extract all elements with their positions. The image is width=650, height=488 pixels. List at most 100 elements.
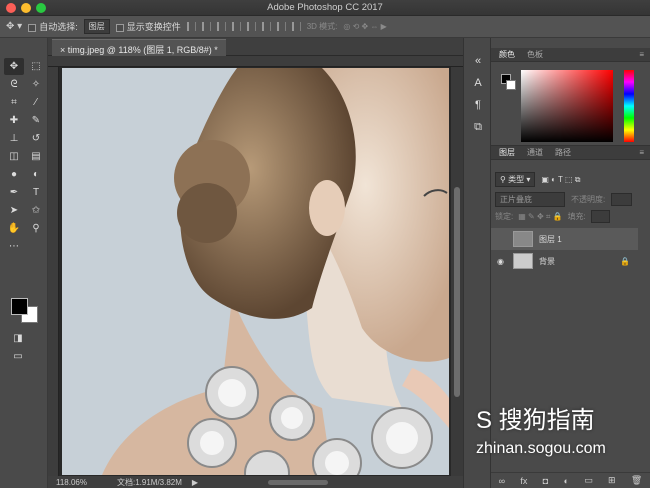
link-layers-icon[interactable]: ∞ — [499, 476, 505, 486]
blend-mode-dropdown[interactable]: 正片叠底 — [495, 192, 565, 207]
tab-paths[interactable]: 路径 — [555, 147, 571, 158]
opacity-label: 不透明度: — [571, 195, 606, 204]
document-size[interactable]: 文档:1.91M/3.82M — [117, 477, 182, 488]
document-tabs: × timg.jpeg @ 118% (图层 1, RGB/8#) * — [48, 38, 463, 56]
distribute-horizontal-icon[interactable] — [291, 22, 301, 31]
layer-row-selected[interactable]: 图层 1 — [491, 228, 638, 250]
show-transform-checkbox[interactable]: 显示变换控件 — [115, 20, 181, 33]
close-tab-icon[interactable]: × — [60, 45, 65, 55]
filter-icons[interactable]: ▣ ◐ T ⬚ ⧉ — [541, 175, 580, 185]
paragraph-panel-icon[interactable]: ¶ — [464, 94, 492, 116]
blur-tool-icon[interactable]: ● — [4, 166, 24, 183]
watermark-url: zhinan.sogou.com — [476, 440, 606, 457]
vertical-scroll-thumb[interactable] — [454, 187, 460, 397]
new-layer-icon[interactable]: ⊞ — [608, 475, 616, 486]
options-bar: ✥ ▾ 自动选择: 图层 显示变换控件 3D 模式: ◎ ⟲ ✥ ⇔ ▶ — [0, 16, 650, 38]
character-panel-icon[interactable]: A — [464, 72, 492, 94]
align-top-icon[interactable] — [231, 22, 241, 31]
move-tool-icon[interactable]: ✥ ▾ — [6, 21, 22, 32]
tab-swatches[interactable]: 色板 — [527, 49, 543, 60]
align-center-icon[interactable] — [201, 22, 211, 31]
status-arrow-icon[interactable]: ▶ — [192, 478, 198, 487]
more-tools-icon[interactable]: ⋯ — [4, 238, 24, 255]
align-left-icon[interactable] — [186, 22, 196, 31]
fill-input[interactable] — [590, 210, 610, 223]
eye-icon[interactable]: ◉ — [497, 257, 507, 266]
auto-select-dropdown[interactable]: 图层 — [83, 19, 110, 34]
layer-row[interactable]: ◉ 背景 🔒 — [491, 250, 638, 272]
tools-panel: ✥ ⬚ ᘓ ✧ ⌗ ⁄ ✚ ✎ ⊥ ↺ ◫ ▤ ● ◐ ✒ T ➤ ✩ ✋ ⚲ … — [0, 38, 48, 488]
crop-tool-icon[interactable]: ⌗ — [4, 94, 24, 111]
fx-icon[interactable]: fx — [520, 476, 527, 486]
dodge-tool-icon[interactable]: ◐ — [26, 166, 46, 183]
brush-tool-icon[interactable]: ✎ — [26, 112, 46, 129]
layer-thumbnail — [513, 253, 533, 269]
lock-row: 锁定: ▦ ✎ ✥ ⌗ 🔒 填充: — [495, 210, 610, 223]
align-bottom-icon[interactable] — [261, 22, 271, 31]
eraser-tool-icon[interactable]: ◫ — [4, 148, 24, 165]
vertical-ruler — [48, 67, 59, 476]
layer-name[interactable]: 图层 1 — [539, 234, 562, 245]
history-brush-icon[interactable]: ↺ — [26, 130, 46, 147]
horizontal-ruler — [48, 56, 463, 67]
color-panel: 颜色 色板 ≡ — [491, 38, 650, 145]
tab-layers[interactable]: 图层 — [499, 147, 515, 158]
add-mask-icon[interactable]: ◘ — [543, 476, 548, 486]
lock-label: 锁定: — [495, 212, 514, 221]
lasso-tool-icon[interactable]: ᘓ — [4, 76, 24, 93]
adjustment-layer-icon[interactable]: ◐ — [563, 476, 568, 486]
screen-mode-icon[interactable]: ▭ — [8, 348, 28, 365]
panel-menu-icon[interactable]: ≡ — [639, 148, 644, 157]
path-selection-icon[interactable]: ➤ — [4, 202, 24, 219]
horizontal-scroll-thumb[interactable] — [268, 480, 328, 485]
collapse-panels-icon[interactable]: « — [464, 50, 492, 72]
color-panel-tabs: 颜色 色板 ≡ — [491, 48, 650, 62]
orbit-3d-icon[interactable]: ◎ ⟲ ✥ ⇔ ▶ — [343, 22, 386, 31]
portrait-photo — [62, 68, 449, 475]
panel-bg-swatch[interactable] — [506, 80, 516, 90]
marquee-tool-icon[interactable]: ⬚ — [26, 58, 46, 75]
document-tab[interactable]: × timg.jpeg @ 118% (图层 1, RGB/8#) * — [52, 39, 226, 56]
zoom-tool-icon[interactable]: ⚲ — [26, 220, 46, 237]
distribute-icon[interactable] — [276, 22, 286, 31]
tab-color[interactable]: 颜色 — [499, 49, 515, 60]
opacity-input[interactable] — [611, 193, 633, 206]
hand-tool-icon[interactable]: ✋ — [4, 220, 24, 237]
group-icon[interactable]: ▭ — [584, 475, 593, 486]
history-panel-icon[interactable]: ⧉ — [464, 116, 492, 138]
type-tool-icon[interactable]: T — [26, 184, 46, 201]
window-title: Adobe Photoshop CC 2017 — [267, 2, 383, 13]
move-tool-icon[interactable]: ✥ — [4, 58, 24, 75]
tab-channels[interactable]: 通道 — [527, 147, 543, 158]
auto-select-label: 自动选择: — [39, 22, 78, 32]
filter-kind-dropdown[interactable]: ⚲ 类型 ▾ — [495, 172, 536, 187]
foreground-color-swatch[interactable] — [11, 298, 28, 315]
align-right-icon[interactable] — [216, 22, 226, 31]
color-field[interactable] — [521, 70, 613, 142]
shape-tool-icon[interactable]: ✩ — [26, 202, 46, 219]
healing-brush-icon[interactable]: ✚ — [4, 112, 24, 129]
magic-wand-tool-icon[interactable]: ✧ — [26, 76, 46, 93]
align-middle-icon[interactable] — [246, 22, 256, 31]
watermark-brand: S 搜狗指南 — [476, 407, 595, 434]
eyedropper-tool-icon[interactable]: ⁄ — [26, 94, 46, 111]
layer-filter-row: ⚲ 类型 ▾ ▣ ◐ T ⬚ ⧉ — [495, 172, 581, 187]
delete-layer-icon[interactable]: 🗑 — [631, 475, 642, 486]
gradient-tool-icon[interactable]: ▤ — [26, 148, 46, 165]
hue-slider[interactable] — [624, 70, 634, 142]
panel-menu-icon[interactable]: ≡ — [639, 50, 644, 59]
blend-row: 正片叠底 不透明度: — [495, 192, 633, 207]
lock-icons[interactable]: ▦ ✎ ✥ ⌗ 🔒 — [518, 212, 562, 222]
tool-grid: ✥ ⬚ ᘓ ✧ ⌗ ⁄ ✚ ✎ ⊥ ↺ ◫ ▤ ● ◐ ✒ T ➤ ✩ ✋ ⚲ … — [4, 58, 46, 255]
document-image[interactable] — [62, 68, 449, 475]
pen-tool-icon[interactable]: ✒ — [4, 184, 24, 201]
zoom-level[interactable]: 118.06% — [56, 478, 87, 487]
auto-select-checkbox[interactable]: 自动选择: — [28, 20, 78, 33]
layer-thumbnail — [513, 231, 533, 247]
clone-stamp-icon[interactable]: ⊥ — [4, 130, 24, 147]
quick-mask-icon[interactable]: ◨ — [8, 330, 28, 347]
layer-name[interactable]: 背景 — [539, 256, 555, 267]
mode-3d-label: 3D 模式: — [306, 22, 338, 31]
status-bar: 118.06% 文档:1.91M/3.82M ▶ — [48, 476, 463, 488]
vertical-scrollbar[interactable] — [451, 67, 463, 476]
